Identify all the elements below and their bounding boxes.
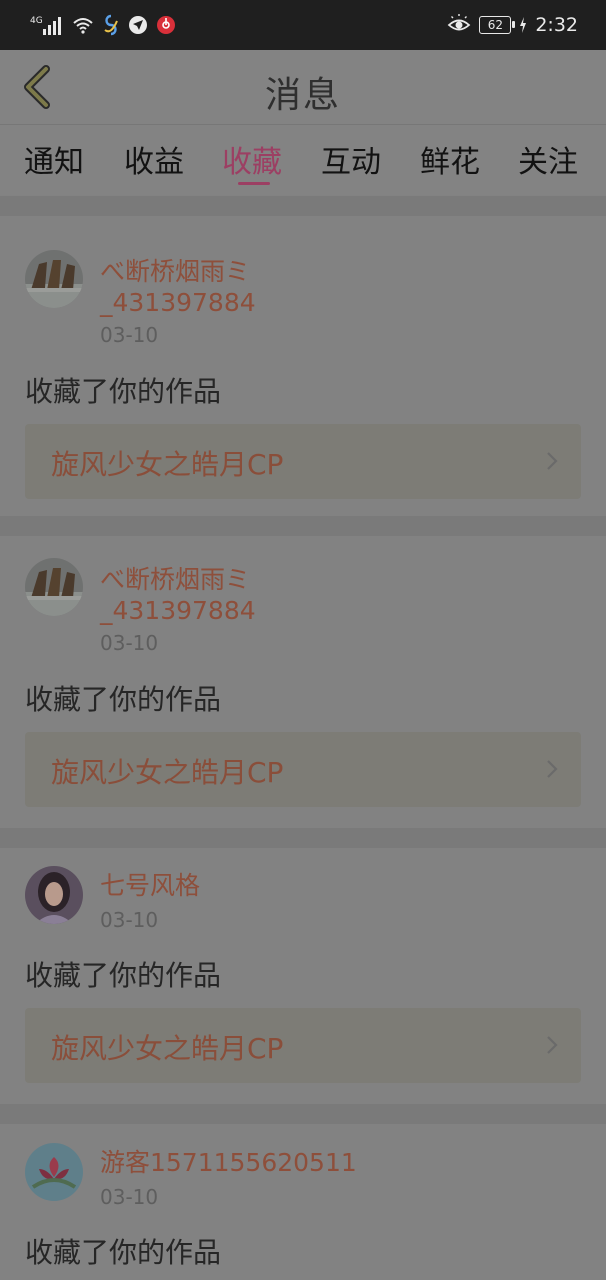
user-avatar-image [25, 250, 83, 308]
tab-following[interactable]: 关注 [518, 137, 578, 181]
battery-level: 62 [487, 18, 503, 32]
tab-notifications[interactable]: 通知 [24, 137, 84, 181]
username-line1: 七号风格 [100, 871, 201, 900]
username[interactable]: 游客1571155620511 [100, 1147, 357, 1178]
username-line2: _431397884 [100, 288, 256, 317]
tab-bar: 通知 收益 收藏 互动 鲜花 关注 [0, 125, 606, 195]
music-app-icon [157, 16, 175, 34]
avatar[interactable] [25, 1143, 83, 1201]
user-avatar-image [25, 1143, 83, 1201]
chevron-right-icon [547, 760, 558, 778]
tab-earnings[interactable]: 收益 [124, 137, 184, 181]
status-bar: 4G 62 2:32 [0, 0, 606, 50]
action-text: 收藏了你的作品 [25, 959, 222, 992]
signal-icon: 4G [30, 16, 61, 35]
eye-icon [447, 14, 471, 31]
chevron-right-icon [547, 1036, 558, 1054]
network-type: 4G [30, 16, 43, 26]
section-divider [0, 516, 606, 536]
chevron-right-icon [547, 452, 558, 470]
clock: 2:32 [535, 14, 578, 36]
action-text: 收藏了你的作品 [25, 683, 222, 716]
charging-icon [520, 17, 527, 33]
tab-interactions[interactable]: 互动 [321, 137, 381, 181]
work-title: 旋风少女之皓月CP [51, 756, 284, 789]
username[interactable]: 七号风格 [100, 870, 200, 901]
status-bar-right: 62 2:32 [447, 12, 578, 38]
message-date: 03-10 [100, 908, 159, 932]
battery-icon: 62 [479, 16, 516, 34]
message-date: 03-10 [100, 323, 159, 347]
message-item: べ断桥烟雨ミ _431397884 03-10 收藏了你的作品 旋风少女之皓月C… [0, 536, 606, 828]
tab-favorites[interactable]: 收藏 [222, 137, 282, 181]
username-line1: べ断桥烟雨ミ [100, 257, 251, 286]
page-title: 消息 [264, 75, 341, 116]
work-title: 旋风少女之皓月CP [51, 448, 284, 481]
avatar[interactable] [25, 558, 83, 616]
paper-plane-icon [129, 16, 147, 34]
action-text: 收藏了你的作品 [25, 375, 222, 408]
work-link[interactable]: 旋风少女之皓月CP [25, 424, 581, 499]
username-line2: _431397884 [100, 596, 256, 625]
page-header: 消息 [0, 50, 606, 125]
action-text: 收藏了你的作品 [25, 1236, 222, 1269]
work-link[interactable]: 旋风少女之皓月CP [25, 732, 581, 807]
avatar[interactable] [25, 866, 83, 924]
work-link[interactable]: 旋风少女之皓月CP [25, 1008, 581, 1083]
username[interactable]: べ断桥烟雨ミ _431397884 [100, 256, 256, 318]
avatar[interactable] [25, 250, 83, 308]
status-bar-left: 4G [30, 12, 176, 38]
section-divider [0, 196, 606, 216]
section-divider [0, 828, 606, 848]
username-line1: べ断桥烟雨ミ [100, 565, 251, 594]
wifi-icon [73, 18, 93, 34]
work-title: 旋风少女之皓月CP [51, 1032, 284, 1065]
message-date: 03-10 [100, 631, 159, 655]
message-item: べ断桥烟雨ミ _431397884 03-10 收藏了你的作品 旋风少女之皓月C… [0, 216, 606, 516]
username[interactable]: べ断桥烟雨ミ _431397884 [100, 564, 256, 626]
message-item: 七号风格 03-10 收藏了你的作品 旋风少女之皓月CP [0, 848, 606, 1104]
tab-flowers[interactable]: 鲜花 [420, 137, 480, 181]
user-avatar-image [25, 866, 83, 924]
message-date: 03-10 [100, 1185, 159, 1209]
username-line1: 游客1571155620511 [100, 1148, 357, 1177]
message-item: 游客1571155620511 03-10 收藏了你的作品 [0, 1124, 606, 1280]
user-avatar-image [25, 558, 83, 616]
section-divider [0, 1104, 606, 1124]
app-notification-icon [104, 14, 118, 36]
active-tab-indicator [238, 182, 270, 185]
